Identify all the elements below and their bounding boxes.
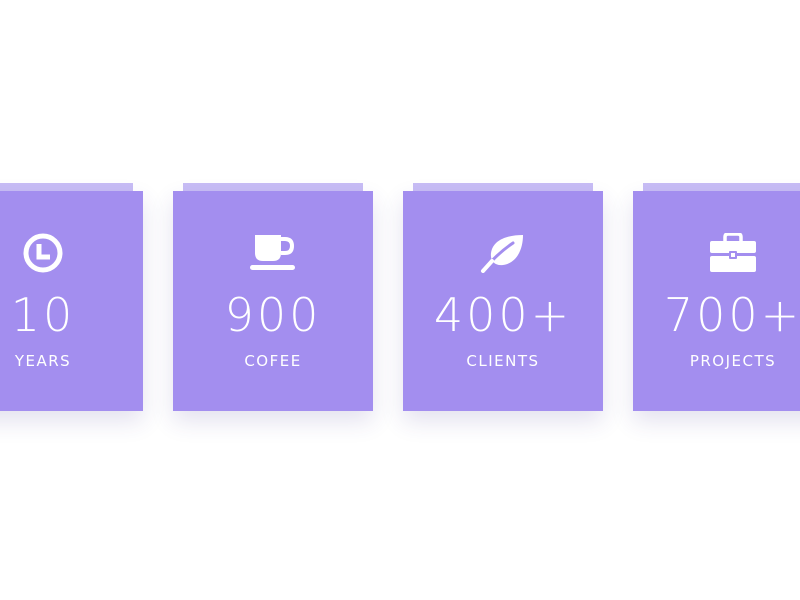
stat-card-clients: 400+ CLIENTS: [403, 183, 603, 411]
card-tab: [183, 183, 363, 191]
briefcase-icon: [633, 231, 800, 275]
stat-value: 700+: [663, 288, 800, 342]
stat-label: CLIENTS: [466, 352, 540, 370]
stat-card-projects: 700+ PROJECTS: [633, 183, 800, 411]
stat-value: 10: [10, 288, 76, 342]
card-body: 10 YEARS: [0, 191, 143, 411]
coffee-cup-icon: [173, 231, 373, 275]
stat-card-years: 10 YEARS: [0, 183, 143, 411]
card-tab: [413, 183, 593, 191]
stat-label: COFEE: [244, 352, 302, 370]
card-body: 700+ PROJECTS: [633, 191, 800, 411]
leaf-icon: [403, 231, 603, 275]
stat-value: 400+: [433, 288, 573, 342]
card-body: 900 COFEE: [173, 191, 373, 411]
clock-icon: [0, 231, 143, 275]
card-tab: [0, 183, 133, 191]
card-tab: [643, 183, 800, 191]
stat-value: 900: [224, 288, 322, 342]
stats-section: 10 YEARS 900 COFEE 400+ CLIENTS 700+ PRO…: [0, 0, 800, 600]
stat-label: YEARS: [14, 352, 72, 370]
stat-label: PROJECTS: [689, 352, 777, 370]
stat-card-coffee: 900 COFEE: [173, 183, 373, 411]
card-body: 400+ CLIENTS: [403, 191, 603, 411]
